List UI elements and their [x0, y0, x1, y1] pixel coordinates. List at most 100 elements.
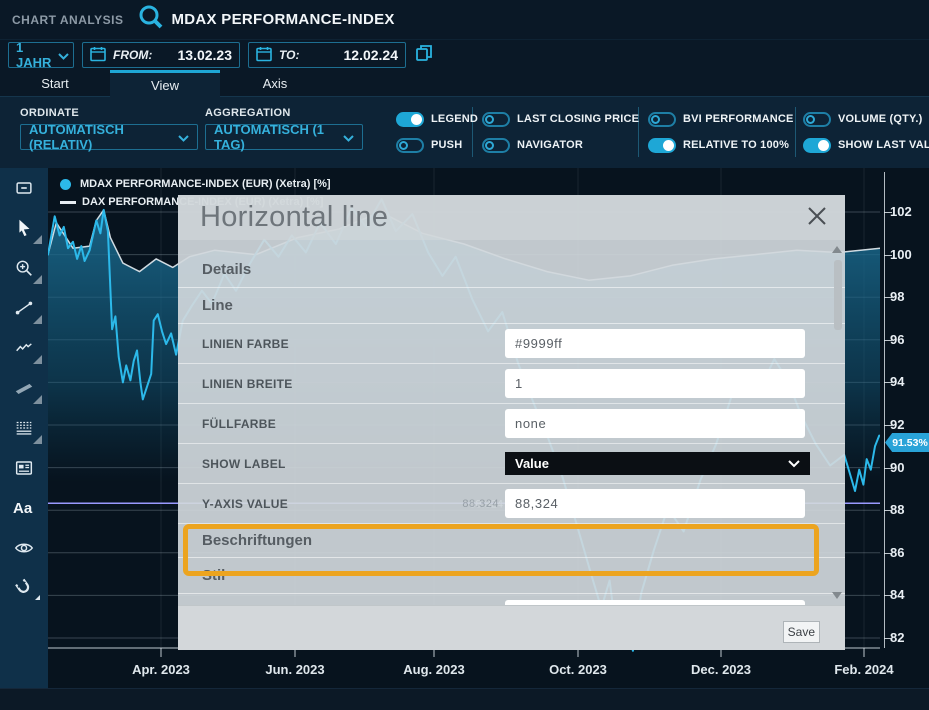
- fibonacci-grid-icon[interactable]: [0, 408, 48, 448]
- field-row-linien-breite: LINIEN BREITE1: [178, 364, 845, 404]
- visibility-eye-icon[interactable]: [0, 528, 48, 568]
- toggle-on-icon[interactable]: [396, 112, 424, 127]
- toggle-off-icon[interactable]: [482, 138, 510, 153]
- close-icon[interactable]: [803, 202, 831, 230]
- text-icon[interactable]: Aa: [0, 488, 48, 528]
- zoom-in-icon[interactable]: [0, 248, 48, 288]
- chevron-down-icon: [788, 460, 800, 468]
- drawing-tools-sidebar: Aa: [0, 168, 48, 710]
- period-select[interactable]: 1 JAHR: [8, 42, 74, 68]
- y-tick-label: 96: [890, 332, 904, 347]
- y-tick-label: 100: [890, 247, 912, 262]
- toggle-bvi-performance[interactable]: BVI PERFORMANCE: [648, 109, 794, 129]
- linien-breite-input[interactable]: 1: [505, 369, 805, 398]
- field-row-clipped: SCHRIFTGRÖSSE: [178, 594, 845, 605]
- scroll-down-arrow-icon[interactable]: [832, 592, 842, 599]
- y-tick-label: 92: [890, 417, 904, 432]
- toggle-group-0: LEGEND PUSH: [396, 109, 478, 161]
- select-value: Value: [515, 456, 549, 471]
- x-tick-label: Dec. 2023: [691, 662, 751, 677]
- bottom-strip: [0, 688, 929, 710]
- field-label: LINIEN FARBE: [202, 337, 289, 351]
- ordinate-select[interactable]: AUTOMATISCH (RELATIV): [20, 124, 198, 150]
- search-icon[interactable]: [137, 3, 165, 36]
- toggle-on-icon[interactable]: [648, 138, 676, 153]
- f-llfarbe-input[interactable]: none: [505, 409, 805, 438]
- y-tick-label: 88: [890, 502, 904, 517]
- y-tick-label: 98: [890, 289, 904, 304]
- toggle-off-icon[interactable]: [482, 112, 510, 127]
- y-tick-mark: [884, 510, 892, 511]
- toggle-push[interactable]: PUSH: [396, 135, 478, 155]
- tab-start[interactable]: Start: [0, 70, 110, 97]
- section-header: Beschriftungen: [178, 524, 845, 558]
- scroll-up-arrow-icon[interactable]: [832, 246, 842, 253]
- field-row-f-llfarbe: FÜLLFARBE none: [178, 404, 845, 444]
- toggle-show-last-value[interactable]: SHOW LAST VALUE: [803, 135, 929, 155]
- toggle-on-icon[interactable]: [803, 138, 831, 153]
- toggle-relative-to-100[interactable]: RELATIVE TO 100%: [648, 135, 794, 155]
- y-axis-value-input[interactable]: 88,324: [505, 489, 805, 518]
- from-value: 13.02.23: [178, 47, 233, 63]
- tab-axis[interactable]: Axis: [220, 70, 330, 97]
- field-label: FÜLLFARBE: [202, 417, 276, 431]
- ghost-chart-value: 88.324: [433, 498, 499, 510]
- parallel-channel-icon[interactable]: [0, 368, 48, 408]
- toggle-group-1: LAST CLOSING PRICE NAVIGATOR: [482, 109, 639, 161]
- calendar-icon: [90, 46, 106, 65]
- news-icon[interactable]: [0, 448, 48, 488]
- x-axis[interactable]: Apr. 2023Jun. 2023Aug. 2023Oct. 2023Dec.…: [48, 660, 929, 688]
- cursor-icon[interactable]: [0, 208, 48, 248]
- toggle-label: RELATIVE TO 100%: [683, 139, 789, 151]
- last-value-badge: 91.53%: [885, 433, 929, 452]
- flyout-corner: [33, 355, 42, 364]
- from-label: FROM:: [113, 48, 152, 62]
- to-date-field[interactable]: TO: 12.02.24: [248, 42, 406, 68]
- trend-line-icon[interactable]: [0, 288, 48, 328]
- section-header: Stil: [178, 558, 845, 594]
- calendar-icon: [256, 46, 272, 65]
- linien-farbe-input[interactable]: #9999ff: [505, 329, 805, 358]
- x-tick-label: Oct. 2023: [549, 662, 607, 677]
- from-date-field[interactable]: FROM: 13.02.23: [82, 42, 240, 68]
- toggle-navigator[interactable]: NAVIGATOR: [482, 135, 639, 155]
- magnet-snap-icon[interactable]: [0, 568, 48, 608]
- dialog-header[interactable]: Horizontal line: [178, 195, 845, 240]
- legend-line-marker: [60, 201, 76, 204]
- collapse-panel-icon[interactable]: [0, 168, 48, 208]
- legend-label: MDAX PERFORMANCE-INDEX (EUR) (Xetra) [%]: [80, 178, 331, 190]
- svg-text:Aa: Aa: [13, 500, 33, 517]
- save-button[interactable]: Save: [783, 621, 820, 643]
- toggle-off-icon[interactable]: [396, 138, 424, 153]
- x-tick-label: Feb. 2024: [834, 662, 893, 677]
- horizontal-line-dialog: Horizontal line DetailsLineLINIEN FARBE#…: [178, 195, 845, 650]
- toggle-volume-qty[interactable]: VOLUME (QTY.): [803, 109, 929, 129]
- y-tick-mark: [884, 255, 892, 256]
- scrollbar-thumb[interactable]: [834, 260, 842, 330]
- ordinate-label: ORDINATE: [20, 107, 198, 119]
- aggregation-select[interactable]: AUTOMATISCH (1 TAG): [205, 124, 363, 150]
- toggle-last-closing-price[interactable]: LAST CLOSING PRICE: [482, 109, 639, 129]
- x-tick-label: Aug. 2023: [403, 662, 464, 677]
- flyout-corner: [33, 235, 42, 244]
- toggle-off-icon[interactable]: [803, 112, 831, 127]
- dialog-title: Horizontal line: [200, 201, 388, 234]
- toggle-label: BVI PERFORMANCE: [683, 113, 794, 125]
- y-tick-mark: [884, 595, 892, 596]
- legend-item[interactable]: MDAX PERFORMANCE-INDEX (EUR) (Xetra) [%]: [60, 176, 331, 192]
- tab-view[interactable]: View: [110, 70, 220, 97]
- toggle-group-3: VOLUME (QTY.) SHOW LAST VALUE: [803, 109, 929, 161]
- toggle-off-icon[interactable]: [648, 112, 676, 127]
- y-axis[interactable]: 10210098969492908886848291.53%: [880, 168, 929, 660]
- toggle-legend[interactable]: LEGEND: [396, 109, 478, 129]
- zigzag-pattern-icon[interactable]: [0, 328, 48, 368]
- show-label-select[interactable]: Value: [505, 452, 810, 475]
- legend-dot-marker: [60, 179, 71, 190]
- toggle-label: NAVIGATOR: [517, 139, 583, 151]
- y-tick-label: 102: [890, 204, 912, 219]
- y-tick-mark: [884, 638, 892, 639]
- view-toolbar: ORDINATE AUTOMATISCH (RELATIV) AGGREGATI…: [0, 97, 929, 168]
- y-tick-mark: [884, 553, 892, 554]
- copy-icon[interactable]: [414, 43, 434, 68]
- instrument-search-input[interactable]: MDAX PERFORMANCE-INDEX: [171, 11, 394, 28]
